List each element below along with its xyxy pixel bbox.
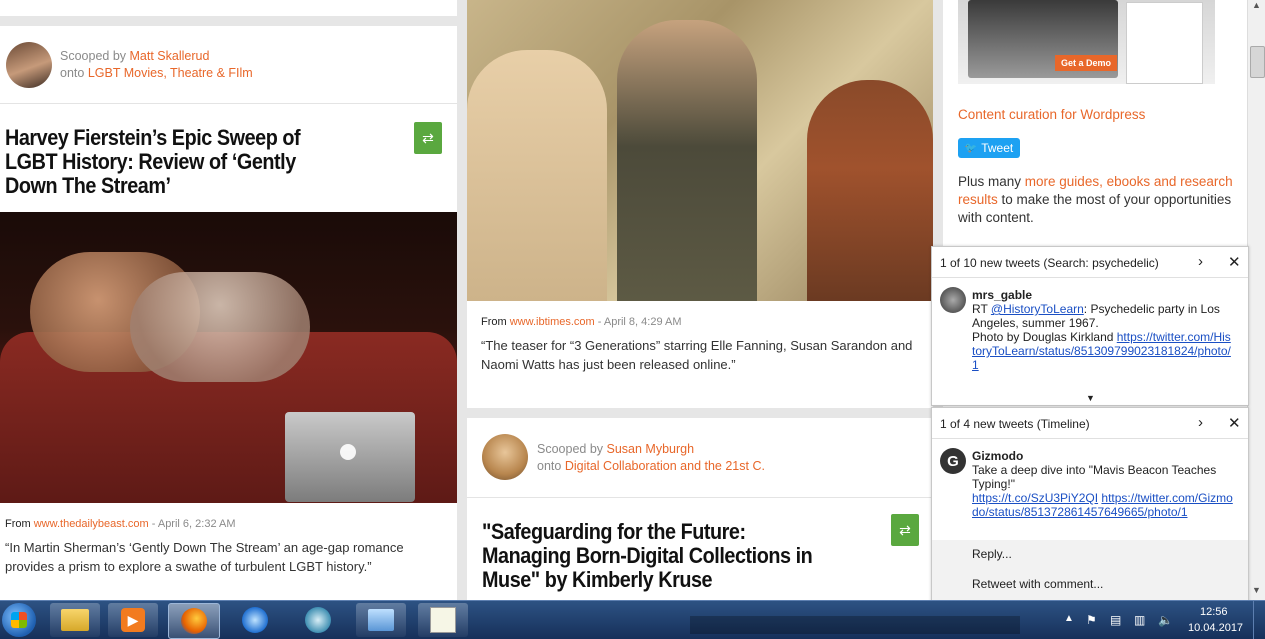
control-panel-icon	[368, 609, 394, 631]
divider	[932, 277, 1248, 278]
post-title[interactable]: Harvey Fierstein’s Epic Sweep of LGBT Hi…	[5, 126, 329, 198]
twitter-bird-icon: 🐦	[964, 142, 978, 154]
rescoop-button[interactable]: ⇄	[891, 514, 919, 546]
topic-link[interactable]: Digital Collaboration and the 21st C.	[565, 459, 765, 473]
source-link[interactable]: www.thedailybeast.com	[34, 518, 149, 530]
tweet-notification[interactable]: 1 of 10 new tweets (Search: psychedelic)…	[931, 246, 1249, 406]
figure-shape	[130, 272, 310, 382]
taskbar-app-icon[interactable]	[418, 603, 468, 637]
paper-shape	[1126, 2, 1203, 84]
onto-label: onto	[60, 66, 85, 80]
clock-date[interactable]: 10.04.2017	[1188, 622, 1243, 634]
taskbar-media-icon[interactable]: ▶	[108, 603, 158, 637]
firefox-icon	[181, 608, 207, 634]
taskbar-preview-strip	[690, 616, 1020, 634]
taskbar-app-icon[interactable]	[356, 603, 406, 637]
gizmodo-avatar[interactable]: G	[940, 448, 966, 474]
rescoop-icon: ⇄	[899, 521, 911, 538]
expand-arrow-icon[interactable]: ▼	[1086, 393, 1095, 403]
from-label: From	[481, 316, 507, 328]
next-arrow-icon[interactable]: ›	[1198, 253, 1203, 270]
post-image[interactable]	[467, 0, 933, 301]
scooped-by-label: Scooped by	[537, 442, 604, 456]
taskbar-firefox-icon[interactable]	[168, 603, 220, 639]
flag-icon[interactable]: ⚑	[1086, 613, 1097, 627]
network-app-icon	[305, 607, 331, 633]
mention-link[interactable]: @HistoryToLearn	[991, 302, 1084, 316]
divider	[467, 497, 933, 498]
tweet-text: Take a deep dive into "Mavis Beacon Teac…	[972, 463, 1217, 491]
taskbar-app-icon[interactable]	[293, 603, 343, 637]
next-arrow-icon[interactable]: ›	[1198, 414, 1203, 431]
device-icon[interactable]: ▤	[1110, 613, 1121, 627]
post-card-middle: From www.ibtimes.com - April 8, 4:29 AM …	[467, 0, 933, 408]
taskbar-explorer-icon[interactable]	[50, 603, 100, 637]
tray-arrow-icon[interactable]: ▲	[1064, 613, 1074, 624]
avatar[interactable]	[482, 434, 528, 480]
content-curation-link[interactable]: Content curation for Wordpress	[958, 107, 1145, 122]
figure-shape	[617, 20, 757, 301]
close-icon[interactable]: ✕	[1228, 414, 1241, 432]
post-date: - April 8, 4:29 AM	[594, 316, 682, 328]
network-icon[interactable]: ▥	[1134, 613, 1145, 627]
tweet-user[interactable]: mrs_gable	[972, 288, 1234, 302]
plus-suffix: to make the most of your opportunities w…	[958, 192, 1232, 225]
figure-shape	[467, 50, 607, 301]
divider	[0, 103, 457, 104]
from-label: From	[5, 518, 31, 530]
tweet-user[interactable]: Gizmodo	[972, 449, 1234, 463]
scooped-by-label: Scooped by	[60, 49, 127, 63]
tweet-notification[interactable]: 1 of 4 new tweets (Timeline) › ✕ G Gizmo…	[931, 407, 1249, 602]
folder-icon	[61, 609, 89, 631]
source-link[interactable]: www.ibtimes.com	[510, 316, 595, 328]
previous-card-bottom	[0, 0, 457, 16]
curator-link[interactable]: Susan Myburgh	[607, 442, 695, 456]
promo-image[interactable]: Get a Demo	[958, 0, 1215, 84]
taskbar-app-icon[interactable]	[230, 603, 280, 637]
media-player-icon: ▶	[121, 608, 145, 632]
divider	[932, 438, 1248, 439]
scroll-up-arrow-icon[interactable]: ▲	[1252, 0, 1261, 10]
volume-icon[interactable]: 🔈	[1158, 613, 1173, 627]
scroll-down-arrow-icon[interactable]: ▼	[1252, 585, 1261, 595]
notification-header: 1 of 10 new tweets (Search: psychedelic)	[940, 256, 1159, 270]
avatar[interactable]	[6, 42, 52, 88]
post-card-left: Scooped by Matt Skallerud onto LGBT Movi…	[0, 26, 457, 600]
tweet-url[interactable]: https://t.co/SzU3PiY2QI	[972, 491, 1098, 505]
post-card-middle-2: Scooped by Susan Myburgh onto Digital Co…	[467, 418, 933, 600]
scrollbar-track[interactable]: ▲ ▼	[1247, 0, 1265, 600]
post-title[interactable]: "Safeguarding for the Future: Managing B…	[482, 520, 824, 592]
post-date: - April 6, 2:32 AM	[148, 518, 236, 530]
rescoop-button[interactable]: ⇄	[414, 122, 442, 154]
show-desktop-button[interactable]	[1253, 601, 1265, 639]
plus-prefix: Plus many	[958, 174, 1025, 189]
close-icon[interactable]: ✕	[1228, 253, 1241, 271]
scrollbar-thumb[interactable]	[1250, 46, 1265, 78]
reply-button[interactable]: Reply...	[972, 547, 1012, 561]
avatar[interactable]	[940, 287, 966, 313]
chart-editor-icon	[430, 607, 456, 633]
post-excerpt: “In Martin Sherman’s ‘Gently Down The St…	[5, 540, 404, 574]
rescoop-icon: ⇄	[422, 129, 434, 146]
swirl-app-icon	[242, 607, 268, 633]
apple-logo-icon	[340, 444, 356, 460]
rt-label: RT	[972, 302, 991, 316]
onto-label: onto	[537, 459, 562, 473]
curator-link[interactable]: Matt Skallerud	[130, 49, 210, 63]
tweet-label: Tweet	[981, 141, 1014, 155]
windows-logo-icon	[11, 612, 27, 628]
figure-shape	[807, 80, 933, 301]
clock-time[interactable]: 12:56	[1200, 606, 1228, 618]
tweet-button[interactable]: 🐦 Tweet	[958, 138, 1020, 158]
post-image[interactable]	[0, 212, 457, 503]
post-excerpt: “The teaser for “3 Generations” starring…	[481, 338, 913, 372]
retweet-comment-button[interactable]: Retweet with comment...	[972, 577, 1103, 591]
tweet-text: Photo by Douglas Kirkland	[972, 330, 1117, 344]
topic-link[interactable]: LGBT Movies, Theatre & FIlm	[88, 66, 253, 80]
demo-button[interactable]: Get a Demo	[1055, 55, 1117, 71]
notification-header: 1 of 4 new tweets (Timeline)	[940, 417, 1090, 431]
